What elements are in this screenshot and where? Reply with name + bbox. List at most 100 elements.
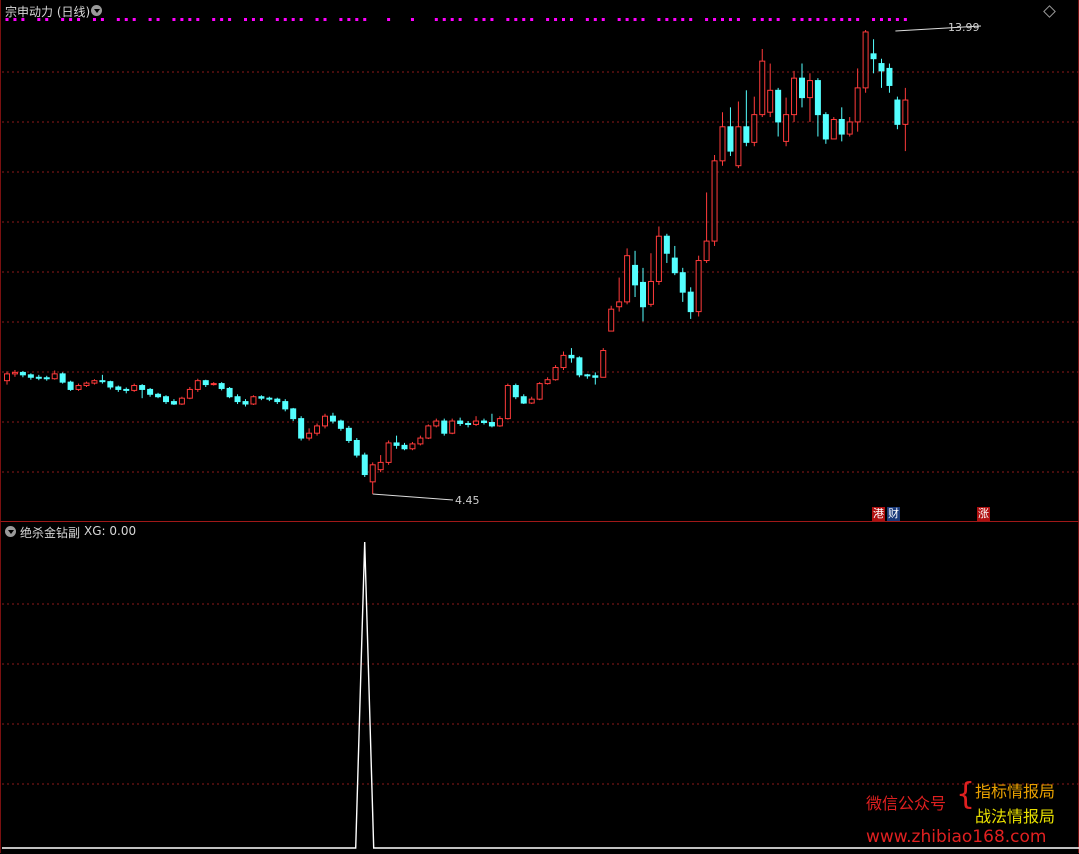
candle-body-up bbox=[250, 396, 257, 405]
candle bbox=[35, 374, 42, 381]
candle-body-down bbox=[393, 442, 400, 446]
candle bbox=[298, 416, 305, 441]
candle-body-down bbox=[27, 374, 34, 378]
candle bbox=[878, 58, 885, 88]
candle-body-down bbox=[584, 374, 591, 377]
signal-dot bbox=[768, 18, 772, 21]
candle bbox=[186, 386, 193, 400]
candle bbox=[19, 370, 26, 378]
signal-dot bbox=[132, 18, 136, 21]
candle-body-up bbox=[417, 437, 424, 445]
signal-dot bbox=[339, 18, 343, 21]
candle-body-down bbox=[282, 401, 289, 410]
signal-dot bbox=[593, 18, 597, 21]
candle bbox=[886, 63, 893, 93]
candle-body-down bbox=[329, 415, 336, 422]
candle bbox=[830, 117, 837, 140]
candle bbox=[496, 416, 503, 427]
signal-dot bbox=[474, 18, 478, 21]
signal-dot bbox=[148, 18, 152, 21]
candle bbox=[337, 419, 344, 431]
candle-body-up bbox=[409, 443, 416, 450]
candle-body-down bbox=[19, 371, 26, 376]
candle bbox=[608, 305, 615, 332]
signal-dot bbox=[291, 18, 295, 21]
candle-body-down bbox=[632, 264, 639, 286]
candle bbox=[536, 382, 543, 401]
candle-body-down bbox=[266, 397, 273, 400]
signal-dot bbox=[824, 18, 828, 21]
candle-body-up bbox=[425, 425, 432, 439]
signal-dot bbox=[562, 18, 565, 21]
main-price-panel[interactable]: 宗申动力 (日线) 13.99 4.45 港 财 涨 bbox=[0, 0, 1079, 521]
candle bbox=[266, 396, 273, 402]
candle-body-down bbox=[59, 373, 66, 383]
candle-body-up bbox=[449, 420, 456, 434]
signal-dot bbox=[601, 18, 605, 21]
tag-cai[interactable]: 财 bbox=[887, 507, 900, 521]
candle-body-down bbox=[274, 398, 281, 403]
candle-body-down bbox=[799, 77, 805, 99]
candle-body-up bbox=[719, 126, 726, 162]
candle bbox=[11, 369, 18, 377]
candle bbox=[27, 373, 34, 380]
candle bbox=[481, 418, 487, 425]
candle bbox=[679, 267, 686, 302]
candle-body-up bbox=[314, 425, 321, 434]
tag-zhang[interactable]: 涨 bbox=[977, 507, 990, 521]
candle-body-down bbox=[663, 235, 670, 254]
candle-body-up bbox=[306, 432, 313, 439]
signal-dot bbox=[450, 18, 454, 21]
watermark-brand-2: 战法情报局 bbox=[975, 807, 1056, 826]
candle bbox=[353, 438, 360, 458]
signal-dot bbox=[275, 18, 279, 21]
candle-body-up bbox=[608, 308, 615, 332]
candle bbox=[600, 348, 607, 378]
signal-dot bbox=[458, 18, 462, 21]
watermark-url: www.zhibiao168.com bbox=[866, 827, 1047, 847]
candle-body-down bbox=[170, 401, 177, 405]
signal-dot bbox=[347, 18, 351, 21]
candle bbox=[322, 413, 328, 429]
signal-dot bbox=[633, 18, 637, 21]
candle-body-up bbox=[655, 235, 662, 282]
candle-body-down bbox=[814, 80, 821, 116]
candle bbox=[488, 413, 495, 428]
signal-dot bbox=[728, 18, 732, 21]
candle bbox=[163, 395, 169, 405]
signal-dot bbox=[156, 18, 160, 21]
candle bbox=[409, 441, 416, 451]
signal-dot bbox=[681, 18, 685, 21]
candle bbox=[457, 417, 464, 426]
xg-value-label: XG: 0.00 bbox=[84, 524, 137, 538]
candle-body-down bbox=[401, 444, 408, 450]
candle-body-up bbox=[528, 398, 535, 404]
candle-body-up bbox=[560, 354, 567, 369]
candle-body-up bbox=[544, 379, 551, 385]
signal-dot bbox=[172, 18, 176, 21]
signal-dot bbox=[625, 18, 629, 21]
candle bbox=[711, 154, 718, 246]
signal-dot bbox=[251, 18, 255, 21]
candle bbox=[59, 372, 66, 384]
candle-body-down bbox=[568, 354, 575, 359]
candle bbox=[687, 287, 694, 319]
candle bbox=[385, 440, 392, 465]
signal-dot bbox=[689, 18, 693, 21]
candle bbox=[663, 233, 670, 263]
candle-body-down bbox=[457, 420, 464, 424]
candle-body-up bbox=[433, 420, 440, 427]
candle bbox=[91, 379, 98, 385]
candle-body-down bbox=[481, 420, 487, 424]
candle bbox=[862, 30, 869, 93]
tag-gang[interactable]: 港 bbox=[872, 507, 885, 521]
candle bbox=[250, 395, 257, 405]
candle-body-down bbox=[43, 377, 50, 380]
signal-dot bbox=[530, 18, 534, 21]
candle-body-down bbox=[353, 439, 360, 456]
main-panel-dropdown-icon[interactable] bbox=[91, 5, 102, 16]
sub-panel-dropdown-icon[interactable] bbox=[5, 526, 16, 537]
candle bbox=[671, 245, 678, 276]
candlestick-chart[interactable] bbox=[1, 0, 1079, 521]
candle-body-down bbox=[361, 454, 368, 476]
